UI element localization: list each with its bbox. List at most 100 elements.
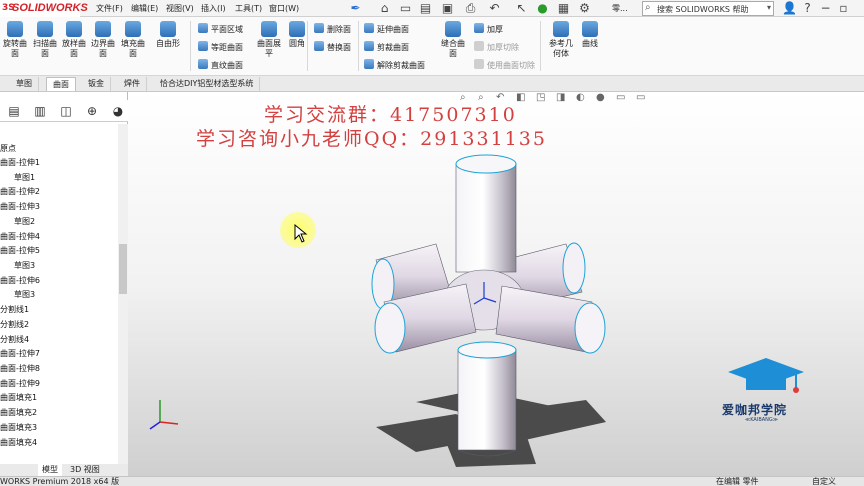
user-icon[interactable]: 👤 xyxy=(782,1,797,16)
menu-tools[interactable]: 工具(T) xyxy=(235,3,262,14)
trim-surface-button[interactable]: 剪裁曲面 xyxy=(364,41,409,53)
print-icon[interactable]: ⎙ xyxy=(463,1,478,16)
scene-icon[interactable]: ▭ xyxy=(616,92,625,103)
freeform-button[interactable]: 自由形 xyxy=(152,21,184,49)
file-properties-icon[interactable]: ▦ xyxy=(556,1,571,16)
chevron-down-icon[interactable]: ▾ xyxy=(767,3,771,12)
tab-sheet-metal[interactable]: 钣金 xyxy=(82,77,111,91)
dimxpert-icon[interactable]: ⊕ xyxy=(84,103,100,119)
view-settings-icon[interactable]: ▭ xyxy=(636,92,645,103)
tree-item[interactable]: 草图3 xyxy=(14,259,35,273)
appearance-icon[interactable]: ● xyxy=(596,92,605,103)
tab-weldments[interactable]: 焊件 xyxy=(118,77,147,91)
tree-item[interactable]: 分割线4 xyxy=(0,333,29,347)
fillet-button[interactable]: 圆角 xyxy=(285,21,309,49)
help-icon[interactable]: ? xyxy=(800,1,815,16)
loft-surface-button[interactable]: 放样曲面 xyxy=(61,21,87,59)
select-icon[interactable]: ↖ xyxy=(514,1,529,16)
tree-item[interactable]: 曲面填充3 xyxy=(0,421,37,435)
thicken-cut-button[interactable]: 加厚切除 xyxy=(474,41,519,53)
tree-item[interactable]: 草图3 xyxy=(14,288,35,302)
tab-aluminum-profile[interactable]: 恰合达DIY铝型材选型系统 xyxy=(154,77,261,91)
tab-sketch[interactable]: 草图 xyxy=(10,77,39,91)
extend-surface-button[interactable]: 延伸曲面 xyxy=(364,23,409,35)
property-manager-icon[interactable]: ▥ xyxy=(32,103,48,119)
flatten-surface-button[interactable]: 曲面展平 xyxy=(254,21,284,59)
knit-surface-button[interactable]: 缝合曲面 xyxy=(440,21,466,59)
model-tabs: 模型 3D 视图 xyxy=(0,464,128,476)
open-icon[interactable]: ▤ xyxy=(418,1,433,16)
curves-button[interactable]: 曲线 xyxy=(578,21,602,49)
scrollbar-thumb[interactable] xyxy=(119,244,127,294)
section-view-icon[interactable]: ◧ xyxy=(516,92,525,103)
tree-item[interactable]: 草图2 xyxy=(14,215,35,229)
thicken-icon xyxy=(474,23,484,33)
tree-item[interactable]: 草图1 xyxy=(14,171,35,185)
ribbon-separator xyxy=(358,21,359,71)
surface-cut-button[interactable]: 使用曲面切除 xyxy=(474,59,535,71)
surface-model[interactable] xyxy=(356,152,616,472)
tree-item[interactable]: 曲面-拉伸9 xyxy=(0,377,40,391)
panel-scrollbar[interactable] xyxy=(118,124,128,464)
help-search-input[interactable]: ⌕ 搜索 SOLIDWORKS 帮助 ▾ xyxy=(642,1,774,16)
tab-model[interactable]: 模型 xyxy=(38,464,62,476)
watermark-group: 学习交流群：417507310 xyxy=(264,104,517,126)
save-icon[interactable]: ▣ xyxy=(440,1,455,16)
minimize-icon[interactable]: − xyxy=(818,1,833,16)
new-document-icon[interactable]: ▭ xyxy=(398,1,413,16)
menu-window[interactable]: 窗口(W) xyxy=(269,3,299,14)
tree-item[interactable]: 曲面-拉伸7 xyxy=(0,347,40,361)
tree-item[interactable]: 分割线1 xyxy=(0,303,29,317)
pin-icon[interactable]: ✒ xyxy=(348,1,363,16)
delete-face-button[interactable]: 删除面 xyxy=(314,23,351,35)
tree-item[interactable]: 曲面-拉伸2 xyxy=(0,185,40,199)
configuration-manager-icon[interactable]: ◫ xyxy=(58,103,74,119)
revolve-surface-button[interactable]: 旋转曲面 xyxy=(2,21,28,59)
tree-item[interactable]: 原点 xyxy=(0,142,16,156)
boundary-surface-button[interactable]: 边界曲面 xyxy=(90,21,116,59)
sweep-surface-icon xyxy=(37,21,53,37)
brand-subtitle: ≪KAIBANG≫ xyxy=(745,417,779,423)
view-orientation-icon[interactable]: ◳ xyxy=(536,92,545,103)
tree-item[interactable]: 曲面-拉伸8 xyxy=(0,362,40,376)
home-icon[interactable]: ⌂ xyxy=(377,1,392,16)
menu-insert[interactable]: 插入(I) xyxy=(201,3,226,14)
tree-item[interactable]: 曲面-拉伸5 xyxy=(0,244,40,258)
menu-file[interactable]: 文件(F) xyxy=(96,3,123,14)
ribbon-separator xyxy=(190,21,191,71)
hide-show-icon[interactable]: ◐ xyxy=(576,92,585,103)
untrim-surface-button[interactable]: 解除剪裁曲面 xyxy=(364,59,425,71)
tree-item[interactable]: 曲面-拉伸4 xyxy=(0,230,40,244)
tree-item[interactable]: 曲面填充2 xyxy=(0,406,37,420)
feature-manager-icon[interactable]: ▤ xyxy=(6,103,22,119)
rebuild-icon[interactable]: ● xyxy=(535,1,550,16)
planar-surface-button[interactable]: 平面区域 xyxy=(198,23,243,35)
tab-surfaces[interactable]: 曲面 xyxy=(46,77,76,91)
reference-geometry-button[interactable]: 参考几何体 xyxy=(547,21,575,59)
display-manager-icon[interactable]: ◕ xyxy=(110,103,126,119)
restore-icon[interactable]: ▫ xyxy=(836,1,851,16)
revolve-surface-icon xyxy=(7,21,23,37)
menu-view[interactable]: 视图(V) xyxy=(166,3,194,14)
offset-surface-button[interactable]: 等距曲面 xyxy=(198,41,243,53)
ruled-surface-button[interactable]: 直纹曲面 xyxy=(198,59,243,71)
options-icon[interactable]: ⚙ xyxy=(577,1,592,16)
filled-surface-icon xyxy=(125,21,141,37)
tree-item[interactable]: 曲面填充4 xyxy=(0,436,37,450)
tree-item[interactable]: 曲面-拉伸1 xyxy=(0,156,40,170)
tab-3d-view[interactable]: 3D 视图 xyxy=(66,464,104,476)
tree-item[interactable]: 曲面-拉伸3 xyxy=(0,200,40,214)
display-style-icon[interactable]: ◨ xyxy=(556,92,565,103)
tree-item[interactable]: 分割线2 xyxy=(0,318,29,332)
tree-item[interactable]: 曲面填充1 xyxy=(0,391,37,405)
menu-edit[interactable]: 编辑(E) xyxy=(131,3,158,14)
thicken-button[interactable]: 加厚 xyxy=(474,23,503,35)
tree-item[interactable]: 曲面-拉伸6 xyxy=(0,274,40,288)
sweep-surface-button[interactable]: 扫描曲面 xyxy=(32,21,58,59)
replace-face-button[interactable]: 替换面 xyxy=(314,41,351,53)
solidworks-logo[interactable]: 3S SOLIDWORKS xyxy=(0,0,88,17)
undo-icon[interactable]: ↶ xyxy=(487,1,502,16)
filled-surface-button[interactable]: 填充曲面 xyxy=(120,21,146,59)
status-custom[interactable]: 自定义 xyxy=(812,477,836,486)
graphics-area[interactable]: ⌕ ⌕ ↶ ◧ ◳ ◨ ◐ ● ▭ ▭ 学习交流群：417507310 学习咨询… xyxy=(128,92,864,476)
